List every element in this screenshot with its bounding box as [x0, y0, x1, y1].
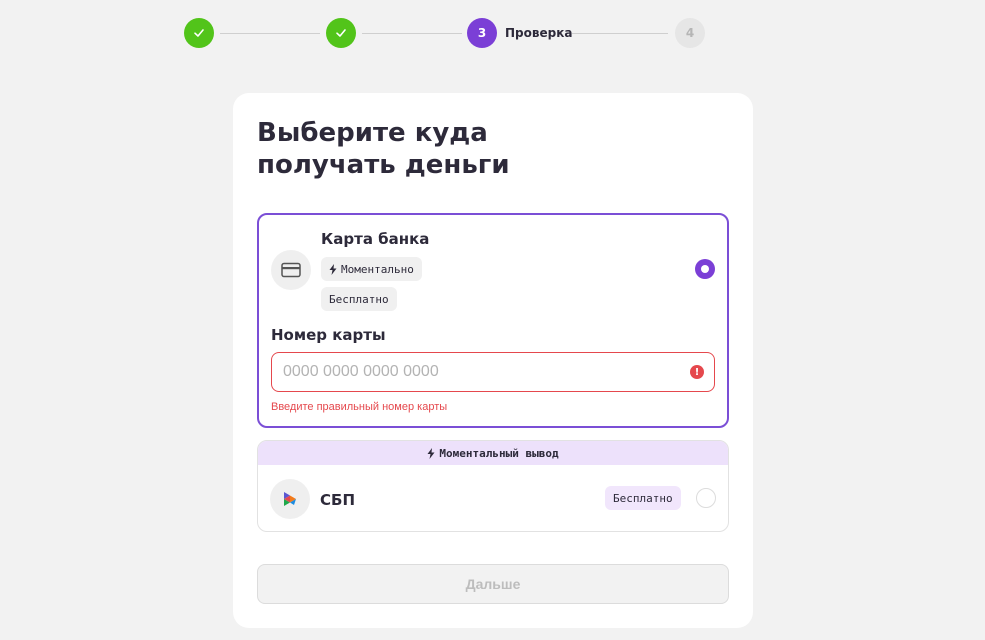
- next-button[interactable]: Дальше: [257, 564, 729, 604]
- card-number-field: !: [271, 352, 715, 392]
- bank-card-radio[interactable]: [695, 259, 715, 279]
- step-1-completed: [184, 18, 214, 48]
- step-connector: [220, 33, 320, 34]
- free-badge: Бесплатно: [321, 287, 397, 311]
- card-number-error: Введите правильный номер карты: [271, 401, 448, 413]
- bank-card-title: Карта банка: [321, 230, 430, 248]
- step-connector: [572, 33, 668, 34]
- progress-stepper: 3 Проверка 4: [184, 18, 705, 48]
- sbp-free-badge: Бесплатно: [605, 486, 681, 510]
- page-title: Выберите куда получать деньги: [257, 117, 557, 181]
- sbp-free-badge-label: Бесплатно: [613, 491, 673, 505]
- instant-withdrawal-label: Моментальный вывод: [439, 446, 559, 460]
- free-badge-label: Бесплатно: [329, 292, 389, 306]
- bank-card-option[interactable]: Карта банка Моментально Бесплатно Номер …: [257, 213, 729, 428]
- error-icon: !: [690, 365, 704, 379]
- sbp-title: СБП: [320, 491, 355, 509]
- step-3-active: 3: [467, 18, 497, 48]
- instant-badge-label: Моментально: [341, 262, 414, 276]
- check-icon: [336, 29, 346, 37]
- step-4-pending: 4: [675, 18, 705, 48]
- step-connector: [362, 33, 462, 34]
- instant-withdrawal-banner: Моментальный вывод: [258, 441, 728, 465]
- check-icon: [194, 29, 204, 37]
- lightning-icon: [329, 263, 337, 275]
- credit-card-icon: [271, 250, 311, 290]
- card-number-label: Номер карты: [271, 326, 386, 344]
- sbp-radio[interactable]: [696, 488, 716, 508]
- card-number-input[interactable]: [272, 353, 672, 391]
- step-3-label: Проверка: [505, 26, 573, 40]
- title-line-2: получать деньги: [257, 150, 510, 180]
- sbp-logo-icon: [270, 479, 310, 519]
- step-2-completed: [326, 18, 356, 48]
- instant-badge: Моментально: [321, 257, 422, 281]
- title-line-1: Выберите куда: [257, 118, 488, 148]
- sbp-option[interactable]: Моментальный вывод СБП Бесплатно: [257, 440, 729, 532]
- payout-method-card: Выберите куда получать деньги Карта банк…: [233, 93, 753, 628]
- lightning-icon: [427, 447, 435, 459]
